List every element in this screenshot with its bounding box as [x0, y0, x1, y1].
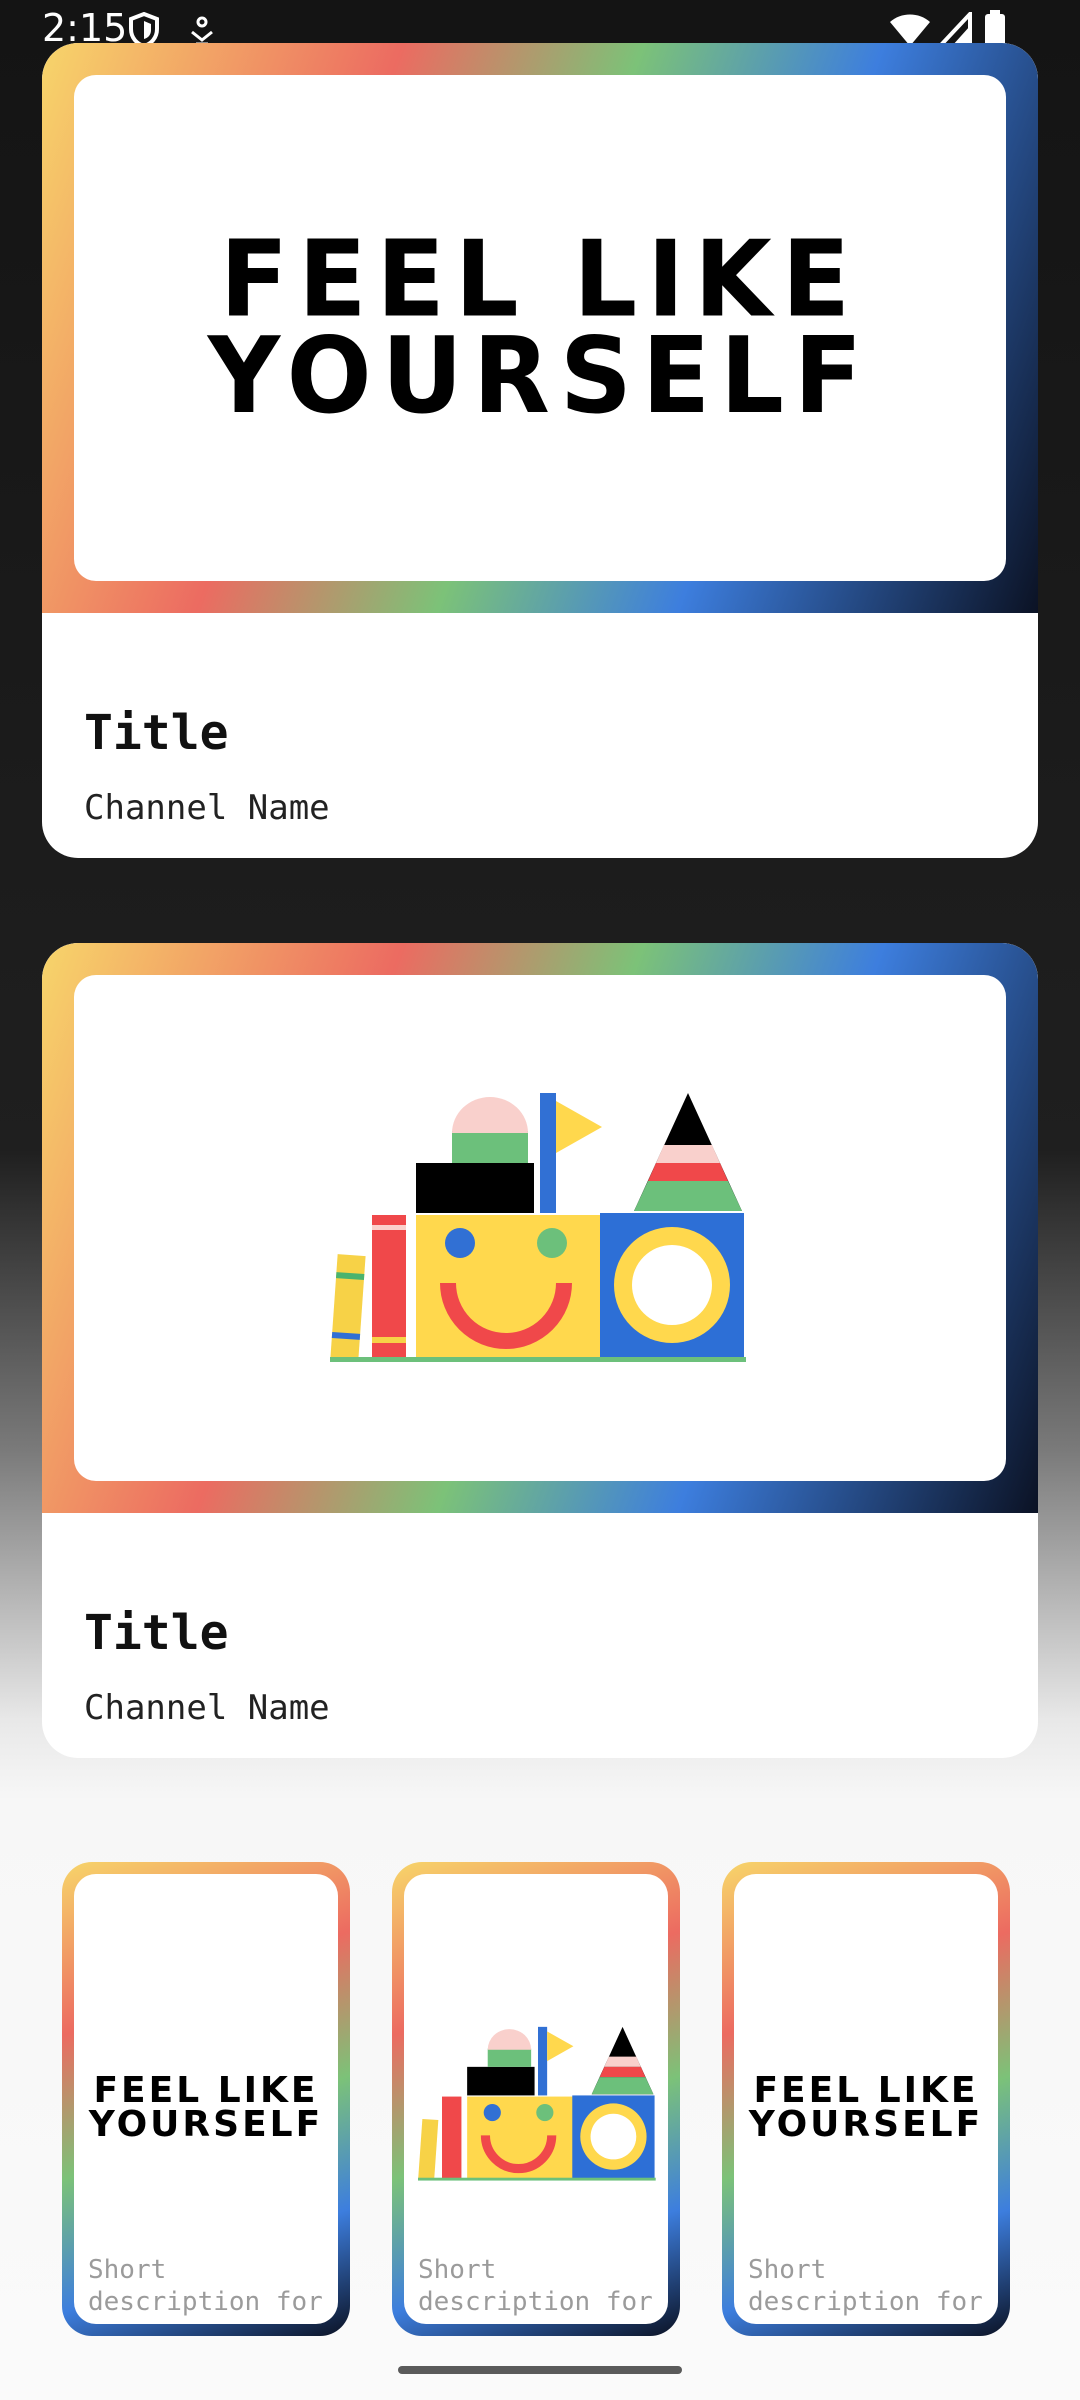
thumbnail-frame: FEEL LIKE YOURSELF: [42, 43, 1038, 613]
video-card-2[interactable]: Title Channel Name: [42, 943, 1038, 1758]
thumbnail-headline: FEEL LIKE YOURSELF: [207, 217, 873, 438]
card-title: Title: [84, 705, 229, 761]
mini-card-2[interactable]: Short description for: [392, 1862, 680, 2336]
video-card-1[interactable]: FEEL LIKE YOURSELF Title Channel Name: [42, 43, 1038, 858]
notification-icon: [191, 16, 213, 46]
thumbnail-headline: FEEL LIKE YOURSELF: [748, 2070, 984, 2145]
toy-blocks-illustration: [330, 1093, 746, 1362]
thumbnail-image: FEEL LIKE YOURSELF: [74, 75, 1006, 581]
mini-card-image: FEEL LIKE YOURSELF Short description for: [734, 1874, 998, 2324]
card-title: Title: [84, 1605, 229, 1661]
thumbnail-image: [74, 975, 1006, 1481]
thumbnail-frame: [42, 943, 1038, 1513]
mini-card-1[interactable]: FEEL LIKE YOURSELF Short description for: [62, 1862, 350, 2336]
home-indicator[interactable]: [398, 2366, 682, 2374]
mini-card-image: Short description for: [404, 1874, 668, 2324]
mini-card-description: Short description for: [88, 2255, 323, 2317]
card-channel-name: Channel Name: [84, 1688, 330, 1728]
mini-card-image: FEEL LIKE YOURSELF Short description for: [74, 1874, 338, 2324]
mini-card-description: Short description for: [748, 2255, 983, 2317]
mini-card-3[interactable]: FEEL LIKE YOURSELF Short description for: [722, 1862, 1010, 2336]
card-channel-name: Channel Name: [84, 788, 330, 828]
mini-card-description: Short description for: [418, 2255, 653, 2317]
toy-blocks-illustration: [418, 2026, 656, 2181]
thumbnail-headline: FEEL LIKE YOURSELF: [88, 2070, 324, 2145]
